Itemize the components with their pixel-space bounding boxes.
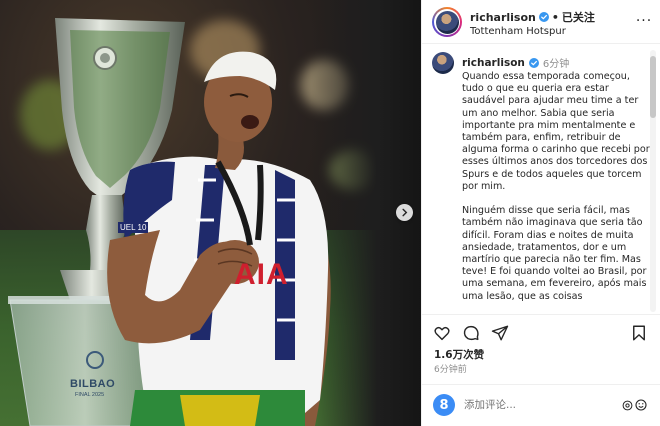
scrollbar-thumb[interactable] (650, 56, 656, 118)
heart-icon[interactable] (433, 324, 451, 342)
next-photo-button[interactable] (396, 204, 413, 221)
verified-icon (538, 12, 549, 22)
emoji-icon (635, 399, 647, 411)
post-photo[interactable]: BILBAO FINAL 2025 AIA UEL 10 (0, 0, 421, 426)
comment-bar: 8 (422, 384, 660, 426)
sleeve-badge-text: UEL 10 (118, 222, 149, 233)
player-figure (107, 51, 331, 426)
header-location[interactable]: Tottenham Hotspur (470, 26, 566, 37)
bookmark-icon[interactable] (630, 324, 648, 342)
avatar[interactable] (432, 7, 462, 37)
share-icon[interactable] (491, 324, 509, 342)
post-timestamp[interactable]: 6分钟前 (434, 362, 467, 375)
caption-paragraph: Quando essa temporada começou, tudo o qu… (462, 71, 650, 192)
comment-input[interactable] (464, 396, 614, 414)
action-bar (422, 314, 660, 350)
separator-dot: • (551, 10, 559, 24)
follow-button[interactable]: 已关注 (562, 9, 595, 25)
more-options-button[interactable]: ··· (635, 12, 653, 30)
caption-time: 6分钟 (542, 59, 570, 70)
jersey-sponsor-text: AIA (234, 258, 289, 291)
verified-icon (528, 57, 539, 68)
header-username[interactable]: richarlison (470, 11, 536, 24)
caption-username[interactable]: richarlison (462, 57, 525, 69)
likes-count[interactable]: 1.6万次赞 (434, 347, 484, 362)
caption-avatar[interactable] (432, 52, 454, 74)
emoji-button[interactable] (622, 397, 648, 413)
comment-icon[interactable] (462, 324, 480, 342)
caption-paragraph: Ninguém disse que seria fácil, mas també… (462, 205, 647, 302)
caption-area: richarlison 6分钟 Quando essa temporada co… (422, 44, 660, 314)
post-sidebar: richarlison • 已关注 Tottenham Hotspur ··· … (421, 0, 660, 426)
chevron-right-icon (402, 208, 408, 217)
post-header: richarlison • 已关注 Tottenham Hotspur ··· (422, 0, 660, 44)
caption-header: richarlison 6分钟 (462, 55, 570, 71)
caption-text: Quando essa temporada começou, tudo o qu… (462, 71, 654, 314)
at-icon (622, 400, 633, 410)
header-user-line: richarlison • 已关注 (470, 9, 595, 25)
comment-avatar[interactable]: 8 (433, 394, 455, 416)
